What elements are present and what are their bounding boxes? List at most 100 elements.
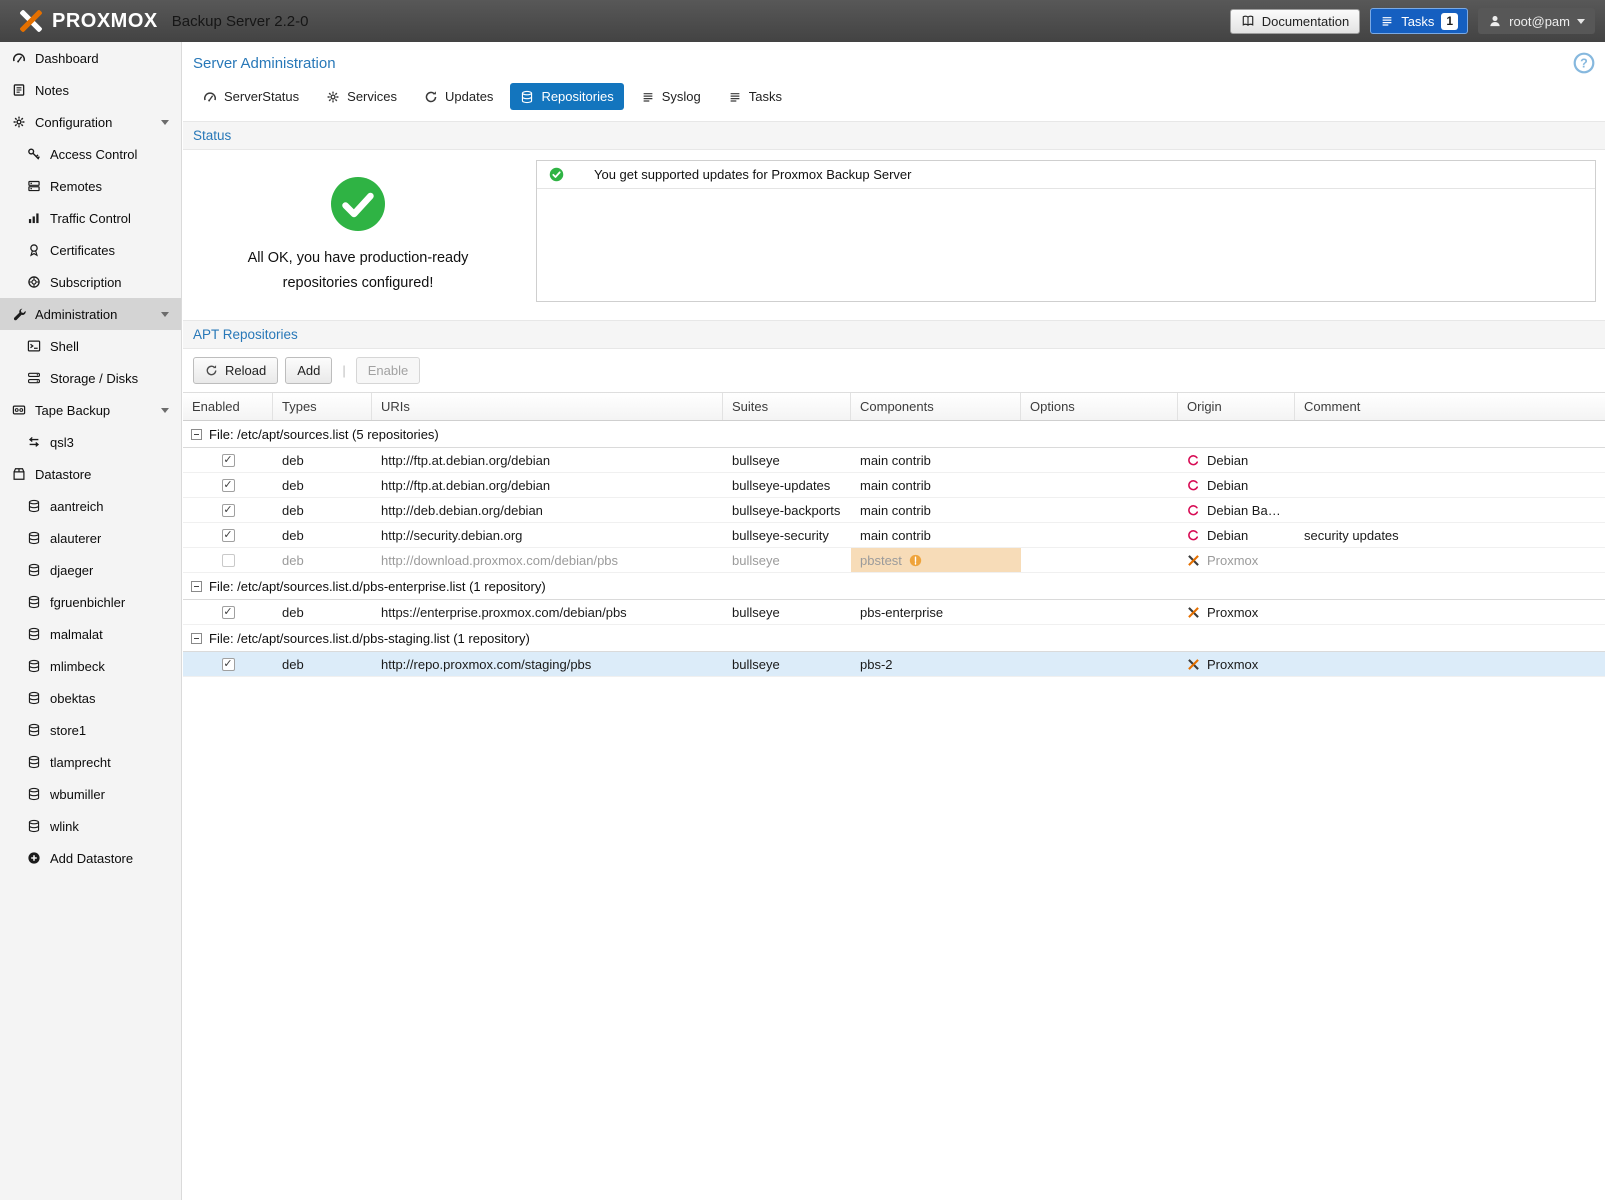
repo-row[interactable]: debhttp://ftp.at.debian.org/debianbullse… <box>183 448 1605 473</box>
tasks-button[interactable]: Tasks 1 <box>1370 8 1468 34</box>
user-icon <box>1488 14 1502 28</box>
sidebar-item-obektas[interactable]: obektas <box>0 682 181 714</box>
column-header-options[interactable]: Options <box>1021 393 1178 420</box>
tab-services[interactable]: Services <box>316 83 407 110</box>
tab-serverstatus[interactable]: ServerStatus <box>193 83 309 110</box>
group-row[interactable]: File: /etc/apt/sources.list (5 repositor… <box>183 421 1605 448</box>
add-button[interactable]: Add <box>285 357 332 384</box>
collapse-icon[interactable] <box>191 633 202 644</box>
sidebar-item-datastore[interactable]: Datastore <box>0 458 181 490</box>
collapse-icon[interactable] <box>191 581 202 592</box>
debian-icon <box>1187 454 1200 467</box>
sidebar-item-store1[interactable]: store1 <box>0 714 181 746</box>
type-value: deb <box>282 528 304 543</box>
sidebar-item-label: malmalat <box>50 627 103 642</box>
sidebar-item-label: Tape Backup <box>35 403 110 418</box>
sidebar-item-wbumiller[interactable]: wbumiller <box>0 778 181 810</box>
sidebar-item-mlimbeck[interactable]: mlimbeck <box>0 650 181 682</box>
uri-cell: http://security.debian.org <box>372 523 723 547</box>
traffic-icon <box>27 211 41 225</box>
status-messages-box: You get supported updates for Proxmox Ba… <box>536 160 1596 302</box>
sidebar-item-wlink[interactable]: wlink <box>0 810 181 842</box>
help-icon[interactable]: ? <box>1573 52 1595 74</box>
column-header-enabled[interactable]: Enabled <box>183 393 273 420</box>
sidebar-item-shell[interactable]: Shell <box>0 330 181 362</box>
sidebar-item-fgruenbichler[interactable]: fgruenbichler <box>0 586 181 618</box>
type-value: deb <box>282 453 304 468</box>
column-header-components[interactable]: Components <box>851 393 1021 420</box>
comment-cell <box>1295 652 1605 676</box>
enable-button[interactable]: Enable <box>356 357 420 384</box>
column-header-types[interactable]: Types <box>273 393 372 420</box>
repo-row[interactable]: deb http://security.debian.orgbullseye-se… <box>183 523 1605 548</box>
enabled-cell <box>183 523 273 547</box>
sidebar-item-label: Subscription <box>50 275 122 290</box>
sidebar-item-tlamprecht[interactable]: tlamprecht <box>0 746 181 778</box>
sidebar-item-configuration[interactable]: Configuration <box>0 106 181 138</box>
database-icon <box>27 691 41 705</box>
sidebar-item-add-datastore[interactable]: Add Datastore <box>0 842 181 874</box>
enabled-checkbox[interactable] <box>222 504 235 517</box>
sidebar-item-notes[interactable]: Notes <box>0 74 181 106</box>
enabled-checkbox[interactable] <box>222 529 235 542</box>
uri-value: http://deb.debian.org/debian <box>381 503 543 518</box>
repo-row[interactable]: debhttp://ftp.at.debian.org/debianbullse… <box>183 473 1605 498</box>
suite-value: bullseye <box>732 553 780 568</box>
repo-row[interactable]: debhttp://download.proxmox.com/debian/pb… <box>183 548 1605 573</box>
components-cell: pbstest <box>851 548 1021 572</box>
sidebar-item-certificates[interactable]: Certificates <box>0 234 181 266</box>
sidebar-item-malmalat[interactable]: malmalat <box>0 618 181 650</box>
collapse-icon[interactable] <box>191 429 202 440</box>
column-header-origin[interactable]: Origin <box>1178 393 1295 420</box>
enabled-checkbox[interactable] <box>222 658 235 671</box>
documentation-button[interactable]: Documentation <box>1230 9 1360 34</box>
comment-cell <box>1295 498 1605 522</box>
origin-value: Proxmox <box>1207 553 1258 568</box>
types-cell: deb <box>273 600 372 624</box>
enabled-checkbox[interactable] <box>222 554 235 567</box>
sidebar-item-traffic-control[interactable]: Traffic Control <box>0 202 181 234</box>
sidebar-item-tape-backup[interactable]: Tape Backup <box>0 394 181 426</box>
list-icon <box>728 90 742 104</box>
tab-syslog[interactable]: Syslog <box>631 83 711 110</box>
sidebar-item-aantreich[interactable]: aantreich <box>0 490 181 522</box>
group-row[interactable]: File: /etc/apt/sources.list.d/pbs-enterp… <box>183 573 1605 600</box>
suite-cell: bullseye-security <box>723 523 851 547</box>
comment-cell <box>1295 548 1605 572</box>
column-header-comment[interactable]: Comment <box>1295 393 1605 420</box>
tab-tasks[interactable]: Tasks <box>718 83 792 110</box>
suite-value: bullseye <box>732 453 780 468</box>
sidebar-item-remotes[interactable]: Remotes <box>0 170 181 202</box>
sidebar-item-qsl3[interactable]: qsl3 <box>0 426 181 458</box>
sidebar-item-storage-disks[interactable]: Storage / Disks <box>0 362 181 394</box>
sidebar-item-access-control[interactable]: Access Control <box>0 138 181 170</box>
sidebar-item-dashboard[interactable]: Dashboard <box>0 42 181 74</box>
repo-row[interactable]: debhttp://deb.debian.org/debianbullseye-… <box>183 498 1605 523</box>
sidebar-item-administration[interactable]: Administration <box>0 298 181 330</box>
user-menu-button[interactable]: root@pam <box>1478 8 1595 34</box>
enabled-checkbox[interactable] <box>222 479 235 492</box>
lifering-icon <box>27 275 41 289</box>
column-header-label: Options <box>1030 399 1075 414</box>
wrench-icon <box>12 307 26 321</box>
sidebar-item-djaeger[interactable]: djaeger <box>0 554 181 586</box>
repo-row[interactable]: debhttp://repo.proxmox.com/staging/pbsbu… <box>183 652 1605 677</box>
comment-value: security updates <box>1304 528 1399 543</box>
column-header-suites[interactable]: Suites <box>723 393 851 420</box>
reload-button[interactable]: Reload <box>193 357 278 384</box>
enabled-cell <box>183 448 273 472</box>
column-header-label: Comment <box>1304 399 1360 414</box>
sidebar-item-subscription[interactable]: Subscription <box>0 266 181 298</box>
disks-icon <box>27 371 41 385</box>
tab-repositories[interactable]: Repositories <box>510 83 623 110</box>
sidebar-item-alauterer[interactable]: alauterer <box>0 522 181 554</box>
status-section: All OK, you have production-ready reposi… <box>183 150 1605 320</box>
group-row[interactable]: File: /etc/apt/sources.list.d/pbs-stagin… <box>183 625 1605 652</box>
tab-updates[interactable]: Updates <box>414 83 503 110</box>
page-header: Server Administration ? <box>183 42 1605 78</box>
column-header-uris[interactable]: URIs <box>372 393 723 420</box>
repo-row[interactable]: debhttps://enterprise.proxmox.com/debian… <box>183 600 1605 625</box>
enabled-checkbox[interactable] <box>222 606 235 619</box>
enabled-checkbox[interactable] <box>222 454 235 467</box>
options-cell <box>1021 523 1178 547</box>
